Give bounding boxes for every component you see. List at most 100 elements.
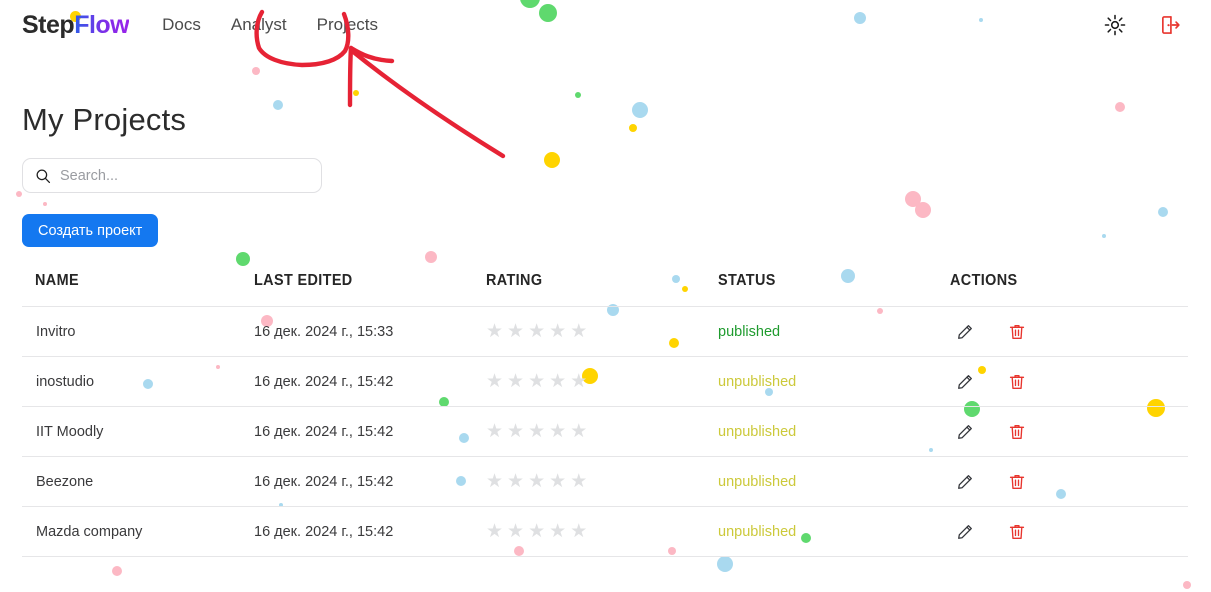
delete-project-button[interactable] [1008, 523, 1026, 541]
main-navigation: Docs Analyst Projects [162, 15, 378, 35]
nav-link-projects[interactable]: Projects [317, 15, 378, 35]
search-input[interactable] [60, 167, 309, 184]
rating-stars[interactable]: ★ ★ ★ ★ ★ [486, 372, 587, 391]
cell-status: unpublished [718, 356, 950, 407]
confetti-dot [717, 556, 733, 572]
cell-last-edited: 16 дек. 2024 г., 15:42 [254, 356, 486, 407]
edit-project-button[interactable] [956, 373, 974, 391]
rating-star-2[interactable]: ★ [507, 372, 524, 391]
rating-star-2[interactable]: ★ [507, 422, 524, 441]
rating-star-5[interactable]: ★ [570, 322, 587, 341]
rating-star-5[interactable]: ★ [570, 422, 587, 441]
rating-star-5[interactable]: ★ [570, 522, 587, 541]
edit-project-button[interactable] [956, 523, 974, 541]
projects-page: StepFlow Docs Analyst Projects My Projec… [0, 0, 1211, 592]
rating-star-3[interactable]: ★ [528, 372, 545, 391]
rating-star-3[interactable]: ★ [528, 472, 545, 491]
table-row[interactable]: Beezone 16 дек. 2024 г., 15:42 ★ ★ ★ ★ ★ unpubl… [22, 456, 1188, 507]
confetti-dot [905, 191, 921, 207]
rating-star-1[interactable]: ★ [486, 472, 503, 491]
rating-stars[interactable]: ★ ★ ★ ★ ★ [486, 422, 587, 441]
delete-project-button[interactable] [1008, 373, 1026, 391]
theme-toggle-button[interactable] [1104, 14, 1126, 36]
projects-table: NAME LAST EDITED RATING STATUS ACTIONS I… [22, 272, 1188, 557]
table-row[interactable]: inostudio 16 дек. 2024 г., 15:42 ★ ★ ★ ★ ★ unpu… [22, 356, 1188, 407]
sun-icon [1104, 14, 1126, 36]
rating-stars[interactable]: ★ ★ ★ ★ ★ [486, 522, 587, 541]
column-header-name[interactable]: NAME [22, 272, 238, 307]
cell-status: published [718, 306, 950, 357]
rating-star-4[interactable]: ★ [549, 322, 566, 341]
edit-project-button[interactable] [956, 473, 974, 491]
rating-stars[interactable]: ★ ★ ★ ★ ★ [486, 322, 587, 341]
rating-star-2[interactable]: ★ [507, 472, 524, 491]
cell-actions [950, 406, 1188, 457]
nav-link-analyst[interactable]: Analyst [231, 15, 287, 35]
rating-star-4[interactable]: ★ [549, 372, 566, 391]
cell-actions [950, 306, 1188, 357]
rating-star-1[interactable]: ★ [486, 422, 503, 441]
rating-star-3[interactable]: ★ [528, 322, 545, 341]
cell-project-name: Invitro [22, 306, 254, 357]
edit-project-button[interactable] [956, 323, 974, 341]
row-action-buttons [950, 523, 1188, 541]
brand-name-part2: Flow [74, 10, 130, 39]
confetti-dot [1102, 234, 1106, 238]
rating-star-4[interactable]: ★ [549, 472, 566, 491]
confetti-dot [112, 566, 122, 576]
status-badge: published [718, 323, 781, 340]
header-actions [1104, 14, 1181, 36]
rating-star-1[interactable]: ★ [486, 322, 503, 341]
rating-star-5[interactable]: ★ [570, 472, 587, 491]
rating-star-4[interactable]: ★ [549, 522, 566, 541]
create-project-button[interactable]: Создать проект [22, 214, 159, 247]
rating-star-2[interactable]: ★ [507, 522, 524, 541]
status-badge: unpublished [718, 373, 797, 390]
row-action-buttons [950, 373, 1188, 391]
rating-stars[interactable]: ★ ★ ★ ★ ★ [486, 472, 587, 491]
confetti-dot [353, 90, 359, 96]
cell-project-name: Beezone [22, 456, 254, 507]
search-box[interactable] [22, 158, 322, 193]
nav-link-docs[interactable]: Docs [162, 15, 201, 35]
status-badge: unpublished [718, 523, 797, 540]
column-header-actions: ACTIONS [950, 272, 1018, 289]
pencil-icon [958, 324, 972, 339]
confetti-dot [1115, 102, 1125, 112]
delete-project-button[interactable] [1008, 323, 1026, 341]
rating-star-3[interactable]: ★ [528, 422, 545, 441]
table-header: NAME LAST EDITED RATING STATUS ACTIONS [22, 272, 1188, 307]
table-row[interactable]: Mazda company 16 дек. 2024 г., 15:42 ★ ★ ★ ★ ★… [22, 506, 1188, 557]
delete-project-button[interactable] [1008, 423, 1026, 441]
rating-star-5[interactable]: ★ [570, 372, 587, 391]
table-row[interactable]: Invitro 16 дек. 2024 г., 15:33 ★ ★ ★ ★ ★ publis… [22, 306, 1188, 357]
pencil-icon [958, 474, 972, 489]
rating-star-1[interactable]: ★ [486, 522, 503, 541]
delete-project-button[interactable] [1008, 473, 1026, 491]
brand-logo[interactable]: StepFlow [22, 10, 130, 39]
rating-star-1[interactable]: ★ [486, 372, 503, 391]
table-row[interactable]: IIT Moodly 16 дек. 2024 г., 15:42 ★ ★ ★ ★ ★ unp… [22, 406, 1188, 457]
cell-rating: ★ ★ ★ ★ ★ [486, 306, 718, 357]
logout-icon [1162, 16, 1180, 34]
column-header-last-edited[interactable]: LAST EDITED [254, 272, 470, 307]
table-body: Invitro 16 дек. 2024 г., 15:33 ★ ★ ★ ★ ★ publis… [22, 306, 1188, 557]
cell-rating: ★ ★ ★ ★ ★ [486, 406, 718, 457]
cell-actions [950, 506, 1188, 557]
column-header-status[interactable]: STATUS [718, 272, 934, 307]
row-action-buttons [950, 423, 1188, 441]
pencil-icon [958, 374, 972, 389]
logout-button[interactable] [1159, 14, 1181, 36]
cell-project-name: inostudio [22, 356, 254, 407]
column-header-rating[interactable]: RATING [486, 272, 702, 307]
rating-star-3[interactable]: ★ [528, 522, 545, 541]
cell-status: unpublished [718, 456, 950, 507]
confetti-dot [1158, 207, 1168, 217]
edit-project-button[interactable] [956, 423, 974, 441]
confetti-dot [252, 67, 260, 75]
confetti-dot [273, 100, 283, 110]
trash-icon [1009, 524, 1025, 539]
confetti-dot [544, 152, 560, 168]
rating-star-2[interactable]: ★ [507, 322, 524, 341]
rating-star-4[interactable]: ★ [549, 422, 566, 441]
